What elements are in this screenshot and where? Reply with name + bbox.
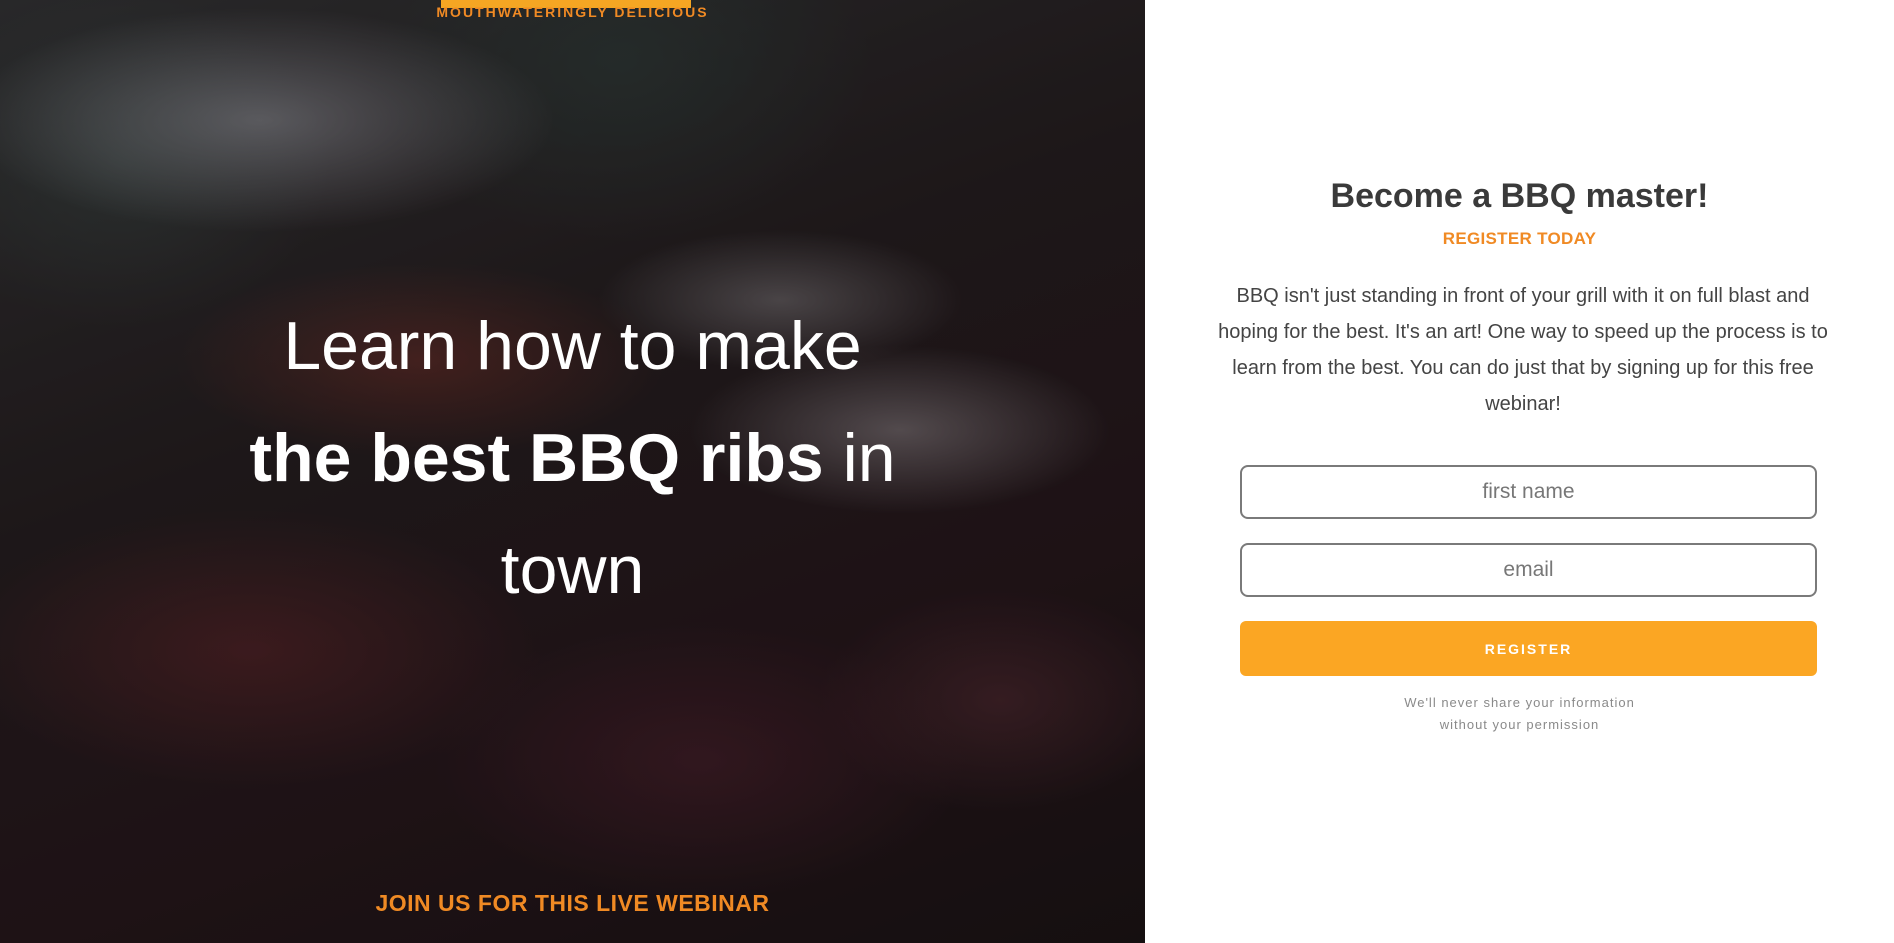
privacy-note: We'll never share your information witho…	[1145, 692, 1894, 736]
panel-description: BBQ isn't just standing in front of your…	[1218, 285, 1828, 415]
headline-line1: Learn how to make	[283, 308, 862, 384]
registration-panel: Become a BBQ master! REGISTER TODAY BBQ …	[1145, 0, 1894, 943]
email-input[interactable]	[1240, 543, 1817, 597]
webinar-label: JOIN US FOR THIS LIVE WEBINAR	[375, 890, 770, 916]
headline-bold: the best BBQ ribs	[249, 420, 824, 496]
register-button[interactable]: REGISTER	[1240, 621, 1817, 676]
landing-page: MOUTHWATERINGLY DELICIOUS Learn how to m…	[0, 0, 1894, 943]
hero-content: MOUTHWATERINGLY DELICIOUS Learn how to m…	[0, 0, 1145, 943]
panel-subtitle: REGISTER TODAY	[1442, 229, 1597, 248]
hero-headline: Learn how to make the best BBQ ribs in t…	[200, 290, 945, 626]
first-name-input[interactable]	[1240, 465, 1817, 519]
privacy-line1: We'll never share your information	[1404, 695, 1635, 710]
panel-title: Become a BBQ master!	[1330, 177, 1709, 215]
hero-eyebrow: MOUTHWATERINGLY DELICIOUS	[436, 4, 709, 20]
privacy-line2: without your permission	[1439, 717, 1600, 732]
hero-section: MOUTHWATERINGLY DELICIOUS Learn how to m…	[0, 0, 1145, 943]
